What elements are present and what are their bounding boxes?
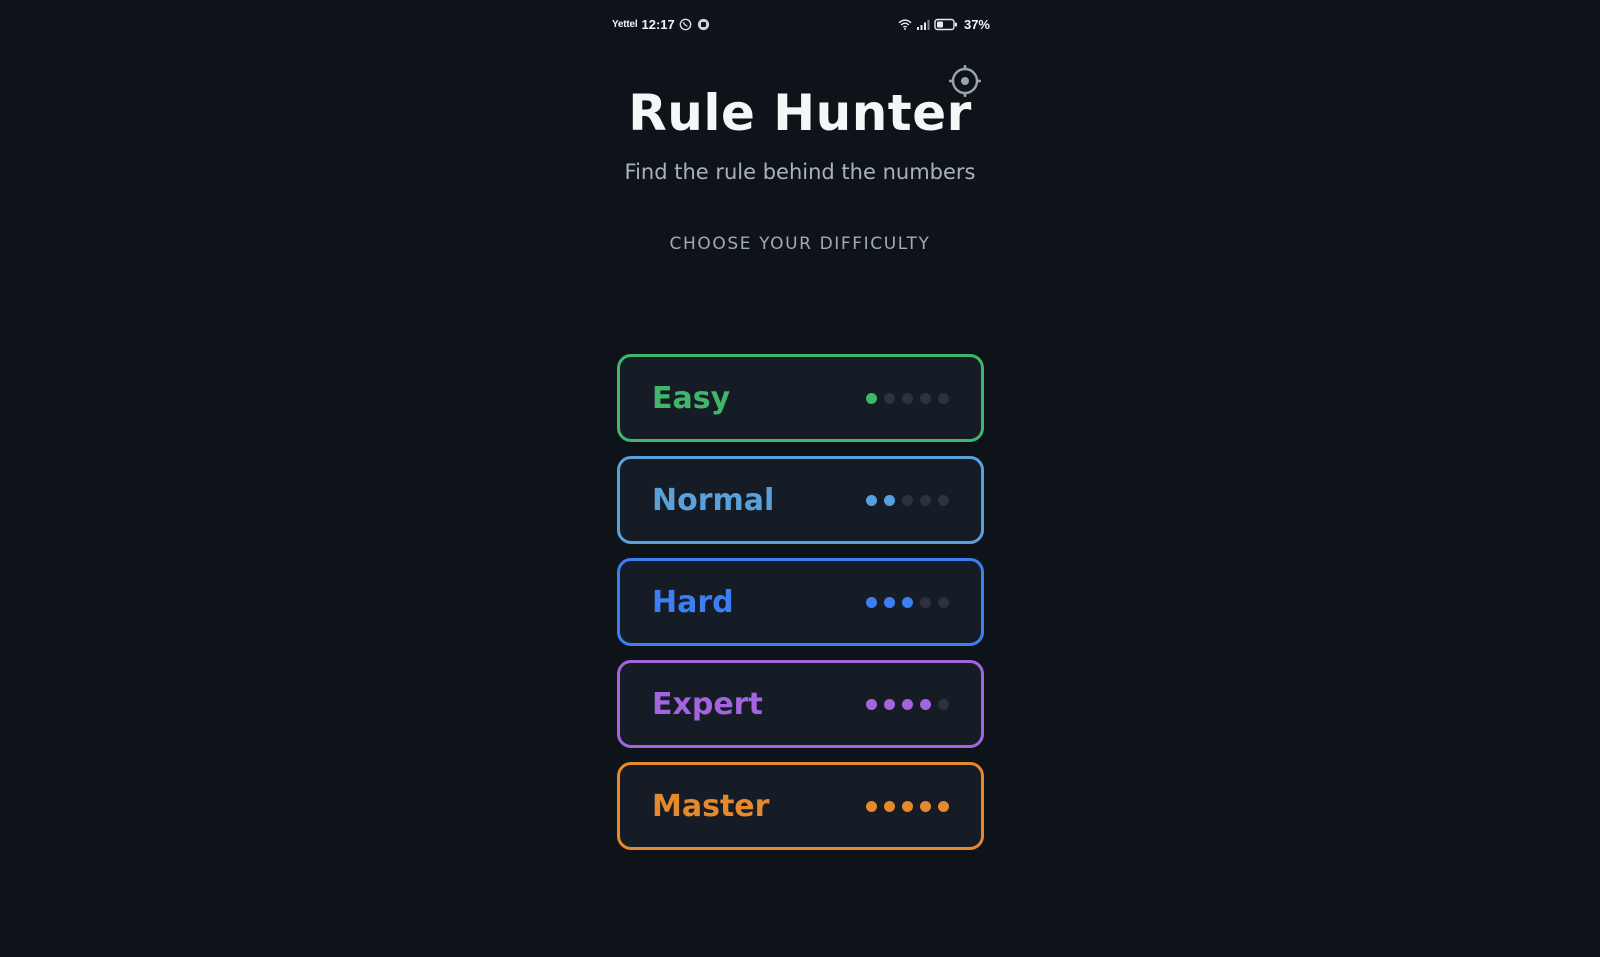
difficulty-label: Easy [652,380,731,416]
rating-dot-filled [884,494,895,506]
difficulty-label: Master [652,788,770,824]
rating-dot-filled [902,596,913,608]
difficulty-rating-dots [866,494,949,506]
difficulty-normal-button[interactable]: Normal [617,456,984,544]
notification-icon [697,17,711,31]
status-time: 12:17 [641,16,675,32]
rating-dot-filled [866,596,877,608]
rating-dot-filled [866,698,877,710]
difficulty-rating-dots [866,392,949,404]
game-title: Rule Hunter [628,84,972,142]
rating-dot-filled [902,698,913,710]
game-screen: Yettel 12:17 37% Rule Hunter Find the ru… [0,0,1600,957]
rating-dot-empty [920,392,931,404]
difficulty-master-button[interactable]: Master [617,762,984,850]
rating-dot-empty [920,596,931,608]
carrier-name: Yettel [612,18,638,30]
rating-dot-filled [902,800,913,812]
rating-dot-empty [938,392,949,404]
signal-icon [916,17,930,31]
wifi-icon [898,17,912,31]
difficulty-expert-button[interactable]: Expert [617,660,984,748]
rating-dot-filled [920,698,931,710]
rating-dot-filled [884,698,895,710]
viber-icon [679,17,693,31]
battery-percentage: 37% [963,16,990,32]
difficulty-label: Expert [652,686,763,722]
difficulty-rating-dots [866,800,949,812]
game-subtitle: Find the rule behind the numbers [624,160,976,184]
rating-dot-empty [902,392,913,404]
difficulty-heading: CHOOSE YOUR DIFFICULTY [669,234,931,254]
rating-dot-filled [866,494,877,506]
status-right: 37% [898,17,990,32]
difficulty-rating-dots [866,596,949,608]
rating-dot-filled [866,392,877,404]
battery-icon [934,17,958,31]
rating-dot-filled [938,800,949,812]
difficulty-easy-button[interactable]: Easy [617,354,984,442]
rating-dot-filled [920,800,931,812]
status-bar: Yettel 12:17 37% [612,14,990,34]
rating-dot-empty [938,494,949,506]
status-left: Yettel 12:17 [612,17,711,32]
rating-dot-filled [884,596,895,608]
rating-dot-empty [938,596,949,608]
difficulty-list: Easy Normal Hard Expert Master [617,354,984,864]
rating-dot-empty [884,392,895,404]
difficulty-label: Normal [652,482,775,518]
rating-dot-empty [920,494,931,506]
difficulty-label: Hard [652,584,734,620]
difficulty-hard-button[interactable]: Hard [617,558,984,646]
rating-dot-empty [902,494,913,506]
difficulty-rating-dots [866,698,949,710]
rating-dot-empty [938,698,949,710]
rating-dot-filled [884,800,895,812]
rating-dot-filled [866,800,877,812]
